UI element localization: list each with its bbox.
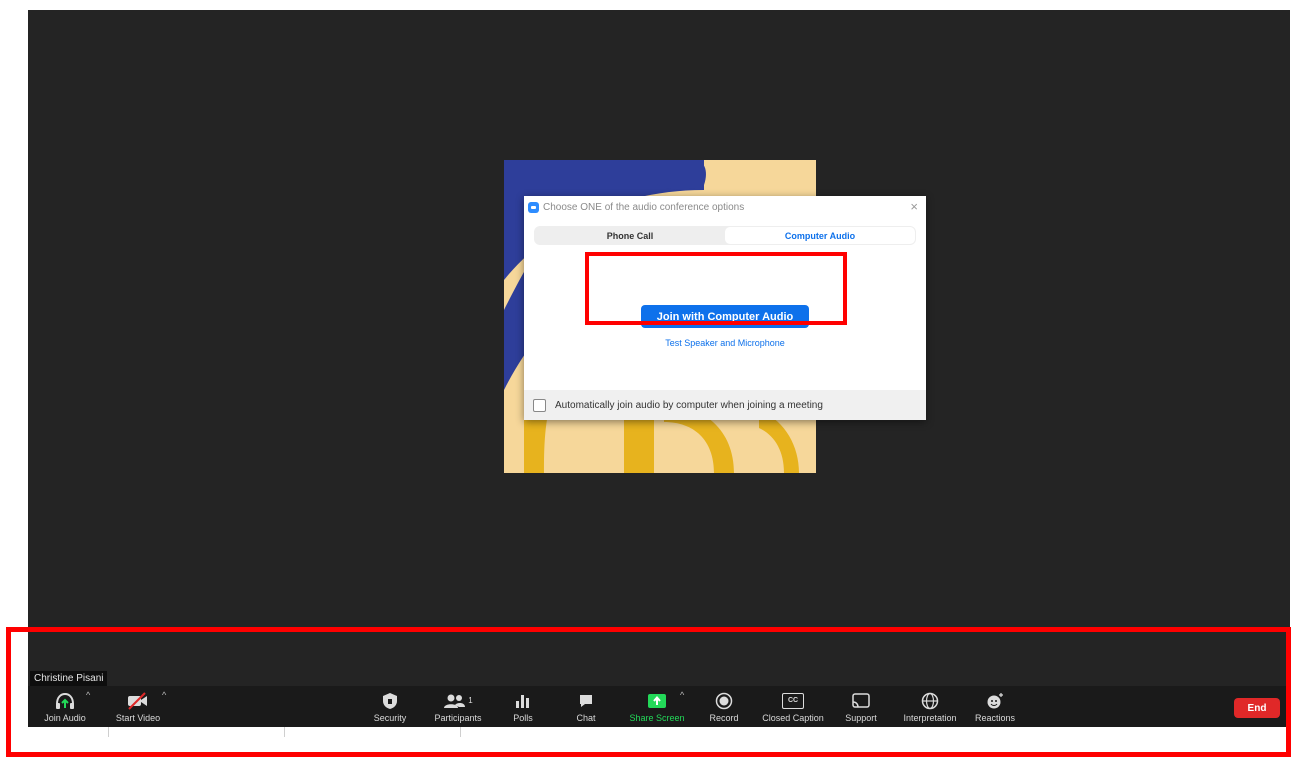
zoom-logo-icon: [528, 201, 539, 213]
highlight-toolbar: [6, 627, 1291, 757]
dialog-titlebar: Choose ONE of the audio conference optio…: [524, 196, 926, 218]
tab-phone-call[interactable]: Phone Call: [535, 227, 725, 244]
dialog-title: Choose ONE of the audio conference optio…: [543, 201, 745, 213]
audio-tabs: Phone Call Computer Audio: [534, 226, 916, 245]
tab-computer-audio[interactable]: Computer Audio: [725, 227, 915, 244]
auto-join-label: Automatically join audio by computer whe…: [555, 399, 823, 411]
auto-join-checkbox[interactable]: [533, 398, 546, 412]
highlight-join-button: [585, 252, 847, 325]
test-speaker-microphone-link[interactable]: Test Speaker and Microphone: [524, 338, 926, 348]
close-icon[interactable]: ×: [910, 199, 918, 214]
dialog-footer: Automatically join audio by computer whe…: [524, 390, 926, 420]
